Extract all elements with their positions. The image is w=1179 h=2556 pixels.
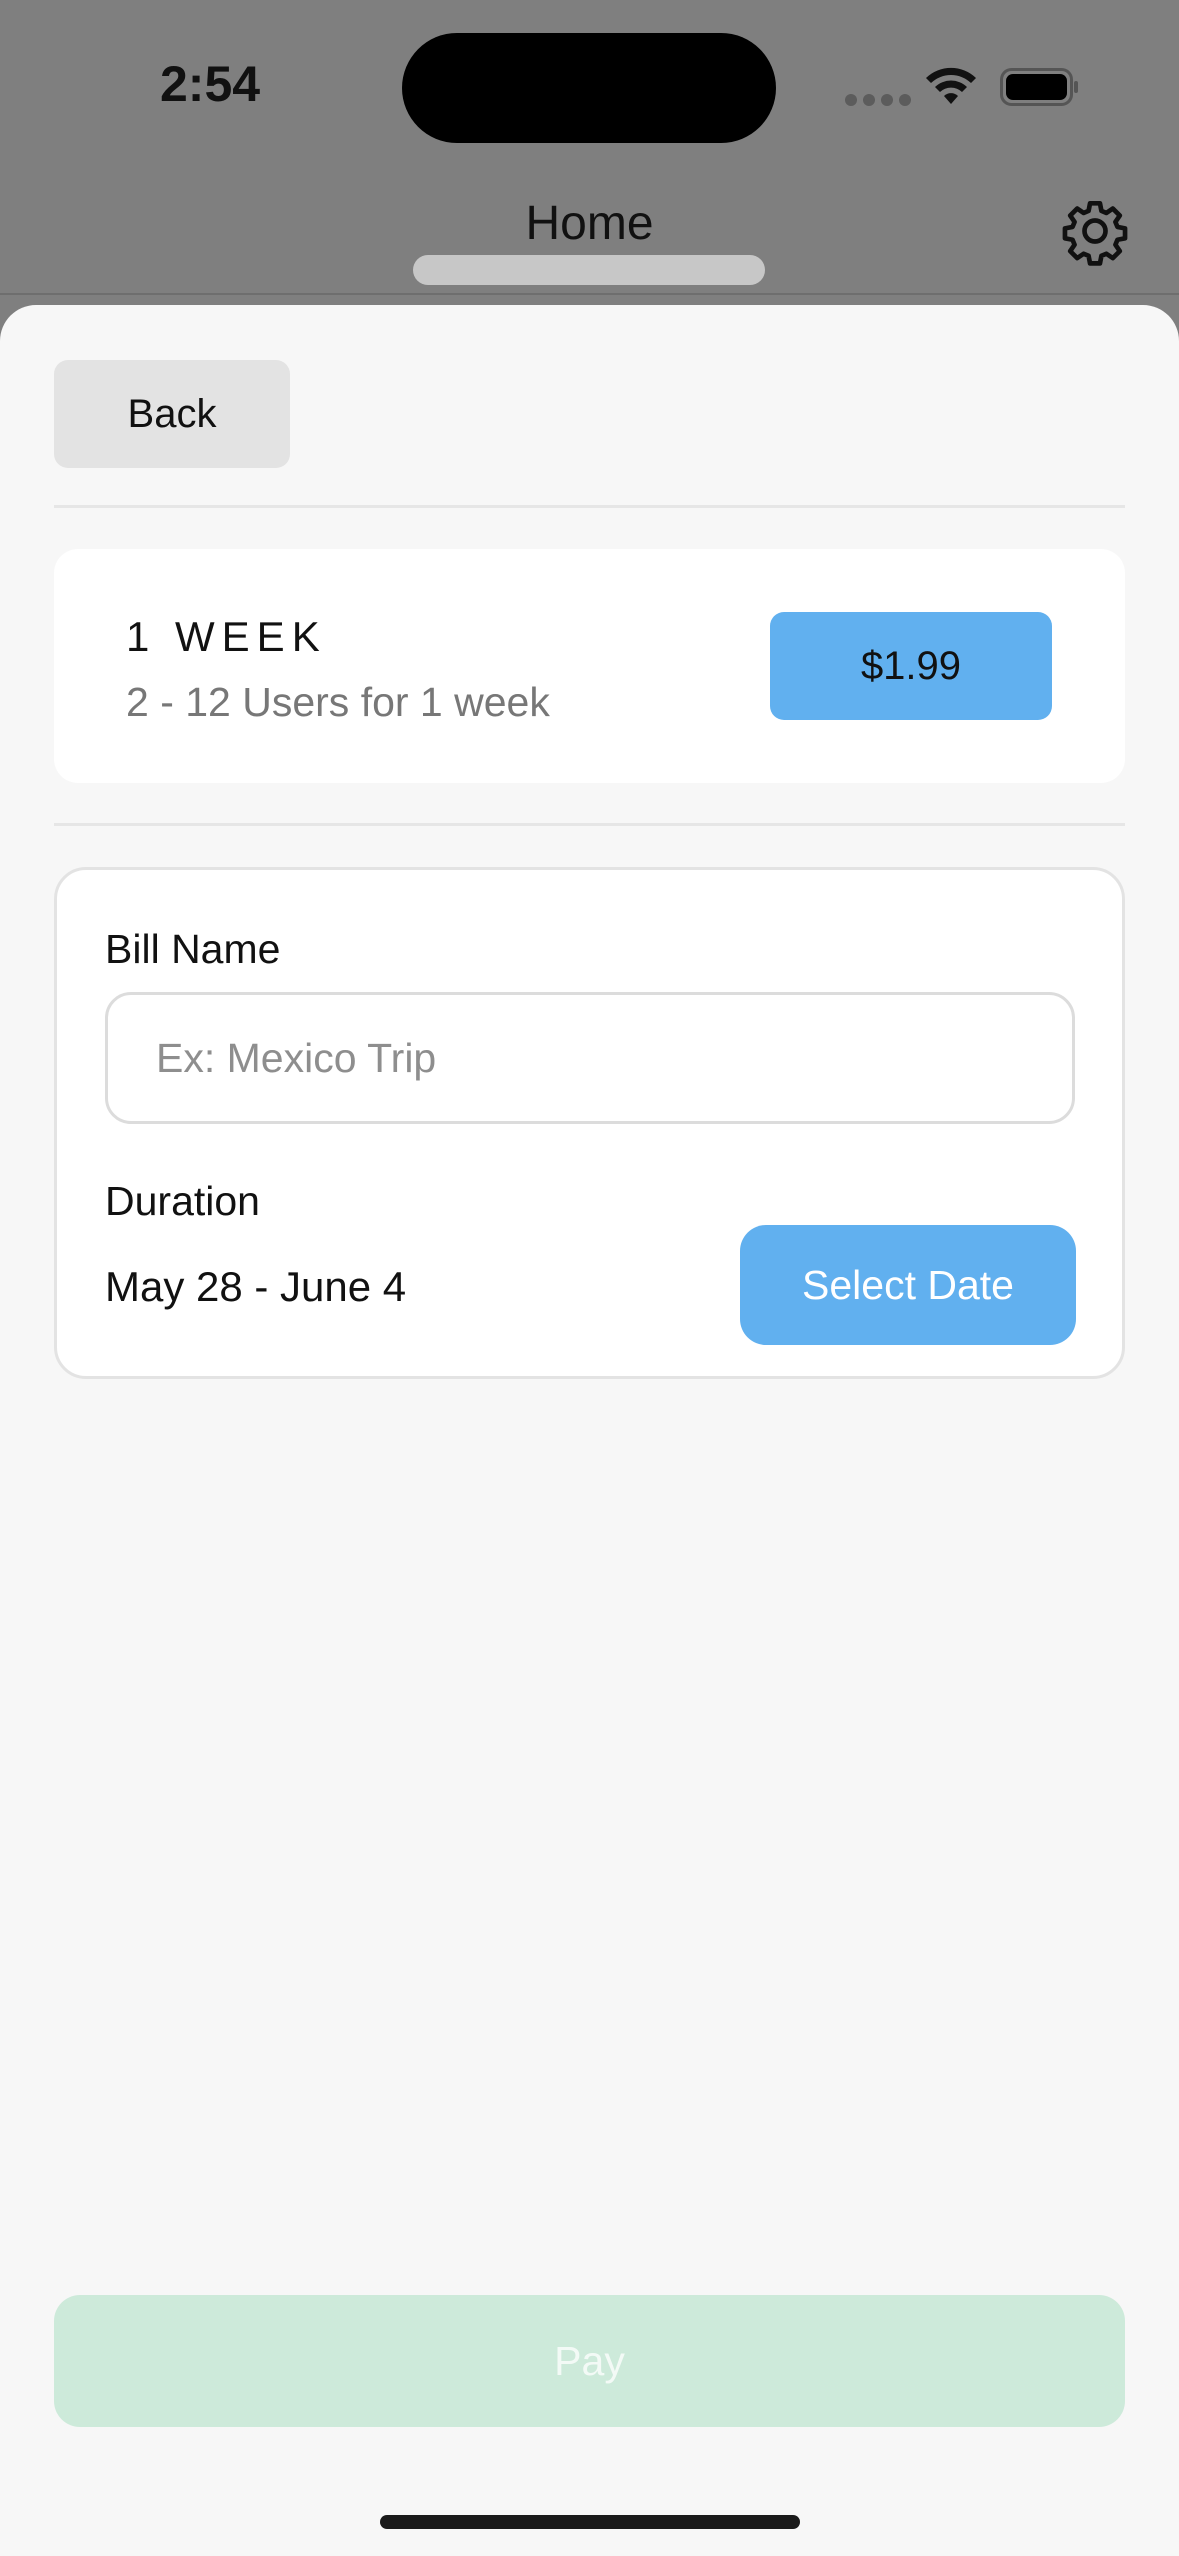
wifi-icon [926,67,976,104]
pay-button[interactable]: Pay [54,2295,1125,2427]
screen: 2:54 Home Back 1 WEEK 2 - 12 Users for 1… [0,0,1179,2556]
nav-divider [0,293,1179,295]
bill-form-card: Bill Name Duration May 28 - June 4 Selec… [54,867,1125,1379]
divider [54,823,1125,826]
plan-description: 2 - 12 Users for 1 week [126,679,550,725]
plan-title: 1 WEEK [126,613,327,660]
back-button[interactable]: Back [54,360,290,468]
nav-title: Home [525,197,654,250]
status-time: 2:54 [160,56,261,112]
bottom-sheet: Back 1 WEEK 2 - 12 Users for 1 week $1.9… [0,305,1179,2556]
signal-dots-icon [845,94,911,106]
bill-name-input[interactable] [105,992,1075,1124]
bill-name-label: Bill Name [105,926,281,972]
dynamic-island [402,33,776,143]
duration-label: Duration [105,1178,260,1224]
plan-card: 1 WEEK 2 - 12 Users for 1 week $1.99 [54,549,1125,783]
divider [54,505,1125,508]
battery-icon [1000,68,1078,106]
status-bar: 2:54 [0,0,1179,180]
duration-value: May 28 - June 4 [105,1263,407,1310]
sheet-grabber[interactable] [413,255,765,285]
home-indicator[interactable] [380,2515,800,2529]
price-button[interactable]: $1.99 [770,612,1052,720]
gear-icon[interactable] [1060,196,1130,266]
select-date-button[interactable]: Select Date [740,1225,1076,1345]
